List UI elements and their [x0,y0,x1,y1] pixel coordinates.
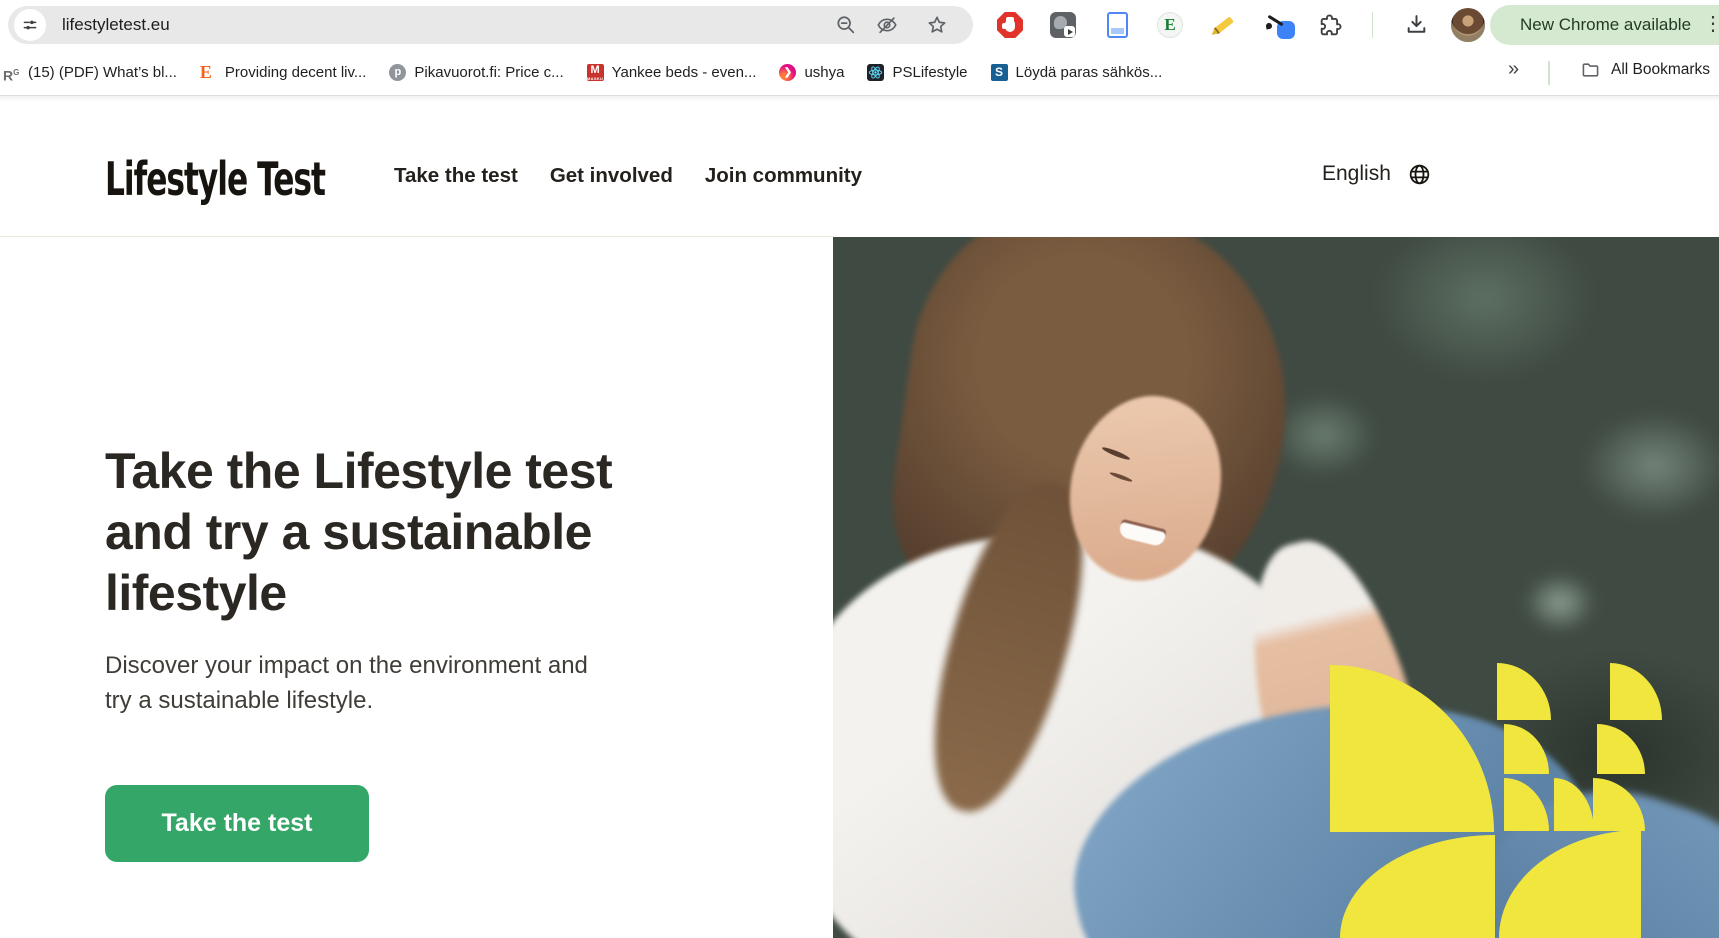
site-logo[interactable]: Lifestyle Test [105,152,325,206]
etsy-icon: E [200,64,217,81]
bookmark-star-icon[interactable] [926,14,948,36]
address-bar[interactable]: lifestyletest.eu [8,6,973,44]
masku-icon: MMASKU [587,64,604,81]
site-nav: Take the test Get involved Join communit… [394,164,862,188]
extensions-puzzle-icon[interactable] [1318,12,1344,38]
hand-glyph [1005,20,1015,32]
extension-icon[interactable] [1050,12,1076,38]
nav-take-the-test[interactable]: Take the test [394,164,518,188]
s-site-icon: S [991,64,1008,81]
bookmark-ushya[interactable]: ❯ ushya [779,64,844,81]
browser-menu-icon[interactable]: ⋮ [1703,9,1719,39]
toolbar-separator [1372,12,1373,38]
highlighter-extension-icon[interactable] [1209,12,1237,38]
react-atom-icon [867,64,884,81]
nav-join-community[interactable]: Join community [705,164,862,188]
profile-avatar[interactable] [1451,8,1485,42]
downloads-icon[interactable] [1404,12,1429,37]
adblock-icon[interactable] [997,12,1023,38]
globe-icon [1408,163,1431,186]
bookmark-sahko[interactable]: S Löydä paras sähkös... [991,64,1163,81]
colorpicker-extension-icon[interactable] [1266,12,1296,39]
bookmark-pikavuorot[interactable]: p Pikavuorot.fi: Price c... [389,64,563,81]
dropper-bulb [1266,23,1273,30]
browser-window: lifestyletest.eu [0,0,1719,938]
hero-photo [833,237,1719,938]
site-settings-icon[interactable] [14,9,46,41]
chrome-update-label: New Chrome available [1520,5,1691,45]
take-the-test-button[interactable]: Take the test [105,785,369,862]
folder-icon [1580,60,1601,80]
ushya-icon: ❯ [779,64,796,81]
language-label: English [1322,162,1391,186]
play-badge [1064,26,1075,37]
zoom-out-icon[interactable] [835,14,857,36]
url-text[interactable]: lifestyletest.eu [62,6,170,44]
bookmark-researchgate[interactable]: RG (15) (PDF) What’s bl... [3,64,177,81]
content-shadow [0,95,1719,102]
e-extension-icon[interactable]: E [1157,12,1183,38]
all-bookmarks-button[interactable]: All Bookmarks [1580,60,1710,80]
bookmarks-list: RG (15) (PDF) What’s bl... E Providing d… [3,50,1162,95]
language-selector[interactable]: English [1322,162,1431,186]
hero-description: Discover your impact on the environment … [105,648,610,718]
site-header-border [0,236,834,237]
pikavuorot-icon: p [389,64,406,81]
hero-heading: Take the Lifestyle test and try a sustai… [105,441,675,624]
nav-get-involved[interactable]: Get involved [550,164,673,188]
document-extension-icon[interactable] [1107,12,1128,38]
bookmark-etsy[interactable]: E Providing decent liv... [200,64,366,81]
researchgate-icon: RG [3,64,20,81]
eye-hidden-icon[interactable] [876,14,898,36]
chrome-update-chip[interactable]: New Chrome available [1490,5,1719,45]
bookmarks-bar: RG (15) (PDF) What’s bl... E Providing d… [0,50,1719,95]
browser-toolbar: lifestyletest.eu [0,0,1719,50]
all-bookmarks-label: All Bookmarks [1611,61,1710,79]
bookmark-masku[interactable]: MMASKU Yankee beds - even... [587,64,757,81]
bookmarks-separator [1548,61,1550,85]
bookmarks-overflow-chevron[interactable]: » [1508,58,1519,81]
bookmark-pslifestyle[interactable]: PSLifestyle [867,64,967,81]
